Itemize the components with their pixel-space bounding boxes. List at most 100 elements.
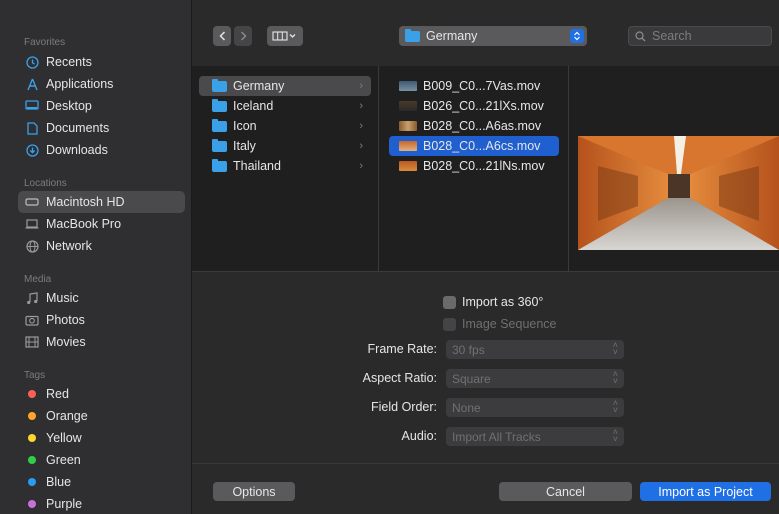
updown-chevron-icon: ˄ ˅	[612, 398, 618, 415]
back-button[interactable]	[213, 26, 231, 46]
sidebar-item-label: Green	[46, 453, 81, 467]
chevron-left-icon	[218, 31, 225, 41]
chevron-right-icon: ›	[359, 100, 363, 112]
video-thumbnail-icon	[399, 141, 417, 151]
field-order-label: Field Order:	[371, 400, 437, 414]
updown-chevron-icon: ˄ ˅	[612, 427, 618, 444]
video-thumbnail-icon	[399, 121, 417, 131]
sidebar-tag-yellow[interactable]: Yellow	[18, 427, 185, 449]
sidebar-item-label: Network	[46, 239, 92, 253]
aspect-ratio-select[interactable]: Square ˄ ˅	[446, 369, 624, 388]
folder-row-thailand[interactable]: Thailand ›	[199, 156, 371, 176]
folder-column: Germany › Iceland › Icon › Italy › Thail…	[192, 66, 379, 272]
sidebar-item-documents[interactable]: Documents	[18, 117, 185, 139]
file-row[interactable]: B026_C0...21lXs.mov	[389, 96, 559, 116]
updown-chevron-icon	[570, 29, 584, 43]
globe-icon	[25, 239, 39, 253]
folder-row-germany[interactable]: Germany ›	[199, 76, 371, 96]
search-field[interactable]: Search	[628, 26, 772, 46]
sidebar-item-applications[interactable]: Applications	[18, 73, 185, 95]
chevron-right-icon: ›	[359, 140, 363, 152]
options-button[interactable]: Options	[213, 482, 295, 501]
sidebar-item-label: Photos	[46, 313, 85, 327]
checkbox-box	[443, 317, 456, 331]
sidebar-item-network[interactable]: Network	[18, 235, 185, 257]
sidebar-item-label: Blue	[46, 475, 72, 489]
path-popup-label: Germany	[426, 29, 478, 43]
audio-value: Import All Tracks	[452, 429, 541, 444]
sidebar-item-macbook-pro[interactable]: MacBook Pro	[18, 213, 185, 235]
sidebar-item-desktop[interactable]: Desktop	[18, 95, 185, 117]
folder-row-italy[interactable]: Italy ›	[199, 136, 371, 156]
folder-icon	[212, 118, 227, 132]
folder-row-iceland[interactable]: Iceland ›	[199, 96, 371, 116]
sidebar-item-label: Desktop	[46, 99, 92, 113]
document-icon	[25, 121, 39, 135]
path-popup[interactable]: Germany	[399, 26, 587, 46]
sidebar-item-label: Red	[46, 387, 69, 401]
sidebar-tag-blue[interactable]: Blue	[18, 471, 185, 493]
folder-icon	[212, 138, 227, 152]
forward-button[interactable]	[234, 26, 252, 46]
frame-rate-select[interactable]: 30 fps ˄ ˅	[446, 340, 624, 359]
green-dot-icon	[28, 456, 36, 464]
image-sequence-label: Image Sequence	[462, 317, 557, 331]
image-sequence-checkbox[interactable]: Image Sequence	[443, 317, 557, 331]
sidebar-tag-purple[interactable]: Purple	[18, 493, 185, 514]
file-row[interactable]: B028_C0...A6as.mov	[389, 116, 559, 136]
import-options-panel: Import as 360° Image Sequence Frame Rate…	[192, 272, 779, 514]
harddisk-icon	[25, 195, 39, 209]
sidebar-item-music[interactable]: Music	[18, 287, 185, 309]
folder-label: Thailand	[233, 159, 281, 173]
purple-dot-icon	[28, 500, 36, 508]
video-thumbnail-icon	[399, 101, 417, 111]
sidebar-item-label: Downloads	[46, 143, 108, 157]
cancel-button[interactable]: Cancel	[499, 482, 632, 501]
applications-icon	[25, 77, 39, 91]
frame-rate-label: Frame Rate:	[367, 342, 437, 356]
aspect-ratio-value: Square	[452, 371, 491, 386]
import-360-label: Import as 360°	[462, 295, 544, 309]
folder-row-icon[interactable]: Icon ›	[199, 116, 371, 136]
import-360-checkbox[interactable]: Import as 360°	[443, 295, 543, 309]
sidebar-item-movies[interactable]: Movies	[18, 331, 185, 353]
field-order-select[interactable]: None ˄ ˅	[446, 398, 624, 417]
column-view-icon	[272, 31, 296, 41]
red-dot-icon	[28, 390, 36, 398]
file-label: B009_C0...7Vas.mov	[423, 79, 541, 93]
audio-label: Audio:	[401, 429, 437, 443]
sidebar-item-recents[interactable]: Recents	[18, 51, 185, 73]
sidebar: Favorites Recents Applications Desktop D…	[0, 0, 192, 514]
blue-dot-icon	[28, 478, 36, 486]
sidebar-item-downloads[interactable]: Downloads	[18, 139, 185, 161]
file-label: B028_C0...A6as.mov	[423, 119, 542, 133]
clock-icon	[25, 55, 39, 69]
file-row[interactable]: B009_C0...7Vas.mov	[389, 76, 559, 96]
yellow-dot-icon	[28, 434, 36, 442]
sidebar-tag-red[interactable]: Red	[18, 383, 185, 405]
sidebar-item-label: Yellow	[46, 431, 82, 445]
media-header: Media	[24, 274, 52, 285]
import-as-project-button[interactable]: Import as Project	[640, 482, 771, 501]
file-row[interactable]: B028_C0...21lNs.mov	[389, 156, 559, 176]
chevron-right-icon: ›	[359, 120, 363, 132]
sidebar-item-macintosh-hd[interactable]: Macintosh HD	[18, 191, 185, 213]
search-icon	[635, 30, 646, 41]
sidebar-tag-green[interactable]: Green	[18, 449, 185, 471]
audio-select[interactable]: Import All Tracks ˄ ˅	[446, 427, 624, 446]
sidebar-item-photos[interactable]: Photos	[18, 309, 185, 331]
file-column: B009_C0...7Vas.mov B026_C0...21lXs.mov B…	[379, 66, 569, 272]
sidebar-item-label: Documents	[46, 121, 110, 135]
file-row-selected[interactable]: B028_C0...A6cs.mov	[389, 136, 559, 156]
updown-chevron-icon: ˄ ˅	[612, 340, 618, 357]
camera-icon	[25, 313, 39, 327]
view-mode-button[interactable]	[267, 26, 303, 46]
folder-label: Italy	[233, 139, 256, 153]
sidebar-tag-orange[interactable]: Orange	[18, 405, 185, 427]
sidebar-item-label: Recents	[46, 55, 92, 69]
locations-header: Locations	[24, 178, 67, 189]
file-label: B028_C0...A6cs.mov	[423, 139, 541, 153]
sidebar-item-label: Macintosh HD	[46, 195, 125, 209]
favorites-header: Favorites	[24, 37, 66, 48]
folder-icon	[212, 98, 227, 112]
